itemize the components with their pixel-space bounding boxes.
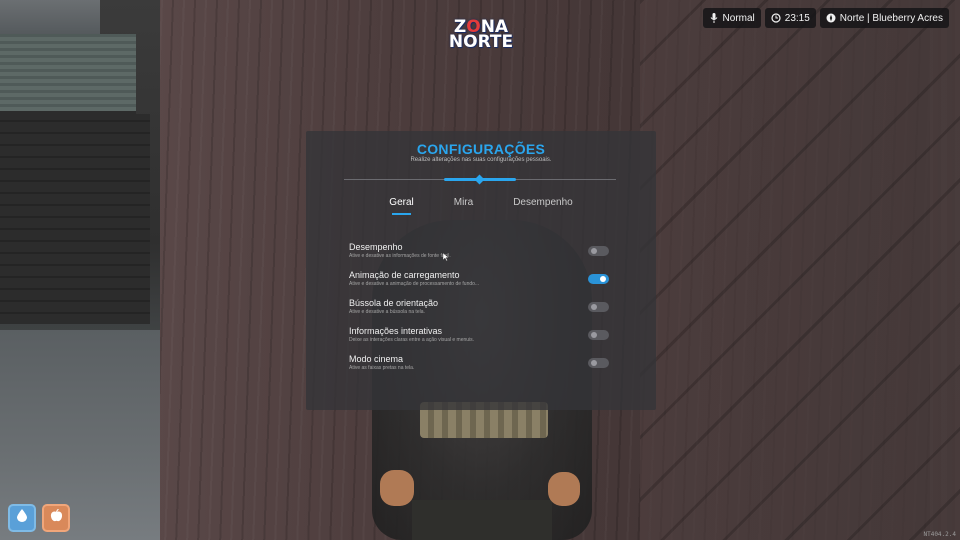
player-left-hand — [380, 470, 414, 506]
water-drop-icon — [17, 509, 27, 527]
player-legs — [412, 500, 552, 540]
mouse-cursor-icon — [442, 248, 450, 262]
tab-desempenho[interactable]: Desempenho — [513, 197, 572, 213]
player-status — [8, 504, 70, 532]
setting-informacoes-interativas: Informações interativas Deixe as interaç… — [349, 326, 609, 354]
setting-title: Modo cinema — [349, 354, 404, 364]
setting-bussola-orientacao: Bússola de orientação Ative e desative a… — [349, 298, 609, 326]
voice-mode-chip: Normal — [702, 8, 761, 28]
toggle-knob — [591, 248, 597, 254]
toggle-bussola-orientacao[interactable] — [588, 302, 609, 312]
build-version: NT404.2.4 — [923, 531, 956, 538]
hunger-indicator — [42, 504, 70, 532]
setting-description: Ative e desative as informações de fonte… — [349, 253, 451, 259]
compass-icon — [826, 13, 836, 23]
hud-bar: Normal 23:15 Norte | Blueberry Acres — [702, 8, 949, 28]
location-text: Norte | Blueberry Acres — [839, 12, 943, 24]
toggle-modo-cinema[interactable] — [588, 358, 609, 368]
title-divider-diamond — [474, 174, 485, 185]
clock-chip: 23:15 — [764, 8, 816, 28]
setting-description: Ative e desative a animação de processam… — [349, 281, 480, 287]
thirst-indicator — [8, 504, 36, 532]
setting-description: Ative as faixas pretas na tela. — [349, 365, 415, 371]
toggle-knob — [591, 304, 597, 310]
settings-panel: CONFIGURAÇÕES Realize alterações nas sua… — [306, 131, 656, 410]
server-logo: ZONA NORTE — [448, 17, 514, 52]
microphone-icon — [709, 13, 719, 23]
stairs-backdrop — [640, 0, 960, 540]
clock-icon — [771, 13, 781, 23]
setting-title: Bússola de orientação — [349, 298, 439, 308]
toggle-informacoes-interativas[interactable] — [588, 330, 609, 340]
voice-mode-text: Normal — [722, 12, 755, 24]
setting-modo-cinema: Modo cinema Ative as faixas pretas na te… — [349, 354, 609, 382]
setting-desempenho: Desempenho Ative e desative as informaçõ… — [349, 242, 609, 270]
settings-list: Desempenho Ative e desative as informaçõ… — [349, 242, 609, 382]
roof-backdrop — [0, 34, 136, 114]
toggle-knob — [591, 332, 597, 338]
settings-tabs: Geral Mira Desempenho — [306, 197, 656, 215]
setting-title: Desempenho — [349, 242, 403, 252]
toggle-knob — [600, 276, 606, 282]
setting-description: Deixe as interações claras entre a ação … — [349, 337, 475, 343]
setting-title: Animação de carregamento — [349, 270, 460, 280]
location-chip: Norte | Blueberry Acres — [819, 8, 949, 28]
toggle-animacao-carregamento[interactable] — [588, 274, 609, 284]
toggle-knob — [591, 360, 597, 366]
setting-animacao-carregamento: Animação de carregamento Ative e desativ… — [349, 270, 609, 298]
setting-description: Ative e desative a bússola na tela. — [349, 309, 425, 315]
clock-text: 23:15 — [784, 12, 810, 24]
sky-backdrop — [0, 0, 100, 34]
wall-backdrop — [0, 114, 150, 324]
panel-title: CONFIGURAÇÕES — [416, 141, 546, 157]
toggle-desempenho[interactable] — [588, 246, 609, 256]
apple-icon — [50, 508, 63, 527]
panel-subtitle: Realize alterações nas suas configuraçõe… — [410, 157, 552, 163]
player-right-hand — [548, 472, 580, 506]
setting-title: Informações interativas — [349, 326, 443, 336]
tab-mira[interactable]: Mira — [454, 197, 473, 213]
tab-geral[interactable]: Geral — [389, 197, 414, 215]
